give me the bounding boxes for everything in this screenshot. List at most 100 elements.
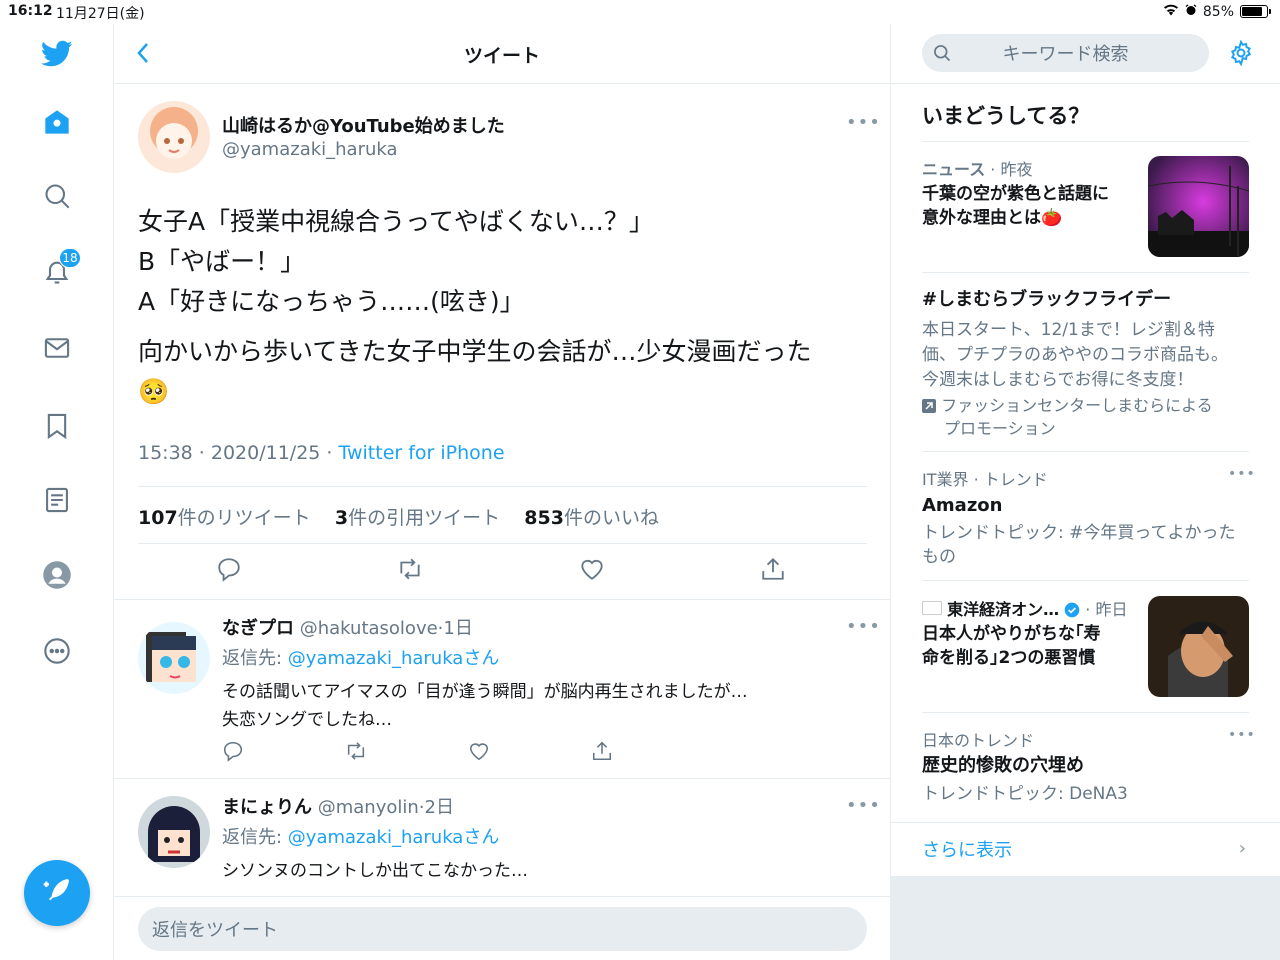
quotes-stat[interactable]: 3件の引用ツイート xyxy=(335,507,500,529)
trend-source: 東洋経済オン… xyxy=(947,600,1060,619)
trend-promoted: ファッションセンターしまむらによる プロモーション xyxy=(922,395,1213,439)
bell-icon[interactable]: 18 xyxy=(37,248,81,292)
reply-tweet[interactable]: まにょりん @manyolin·2日 ••• 返信先: @yamazaki_ha… xyxy=(114,779,890,899)
reply-text-line-2: 失恋ソングでしたね… xyxy=(222,710,392,730)
reply-to-prefix: 返信先: xyxy=(222,827,288,848)
tweet-actions xyxy=(138,556,867,596)
reply-author-handle[interactable]: @manyolin xyxy=(318,797,419,818)
verified-icon xyxy=(1064,602,1080,622)
trend-headline-line-1: 千葉の空が紫色と話題に xyxy=(922,184,1109,204)
tweet-line-1: 女子A「授業中視線合うってやばくない…？」 xyxy=(138,207,654,236)
promoted-line-2: プロモーション xyxy=(944,419,1056,438)
reply-to-handle[interactable]: @yamazaki_haruka xyxy=(288,827,464,848)
show-more-link[interactable]: さらに表示 xyxy=(922,836,1012,862)
trend-category: IT業界 · トレンド xyxy=(922,470,1048,489)
trend-category: 日本のトレンド xyxy=(922,731,1035,750)
tweet-more-icon[interactable]: ••• xyxy=(846,112,881,133)
trend-thumbnail xyxy=(1148,596,1249,697)
reply-more-icon[interactable]: ••• xyxy=(846,616,881,637)
mail-icon[interactable] xyxy=(37,328,77,368)
share-icon[interactable] xyxy=(591,740,613,766)
reply-author-name[interactable]: まにょりん xyxy=(222,797,312,818)
retweet-icon[interactable] xyxy=(344,740,368,766)
reply-input[interactable]: 返信をツイート xyxy=(138,907,867,951)
reply-author-name[interactable]: なぎプロ xyxy=(222,618,294,639)
promoted-line-1: ファッションセンターしまむらによる xyxy=(941,396,1213,415)
reply-author: なぎプロ @hakutasolove·1日 xyxy=(222,614,473,640)
divider xyxy=(922,712,1249,713)
compose-button[interactable] xyxy=(24,860,90,926)
trend-meta: 東洋経済オン… · 昨日 xyxy=(922,596,1127,622)
search-icon[interactable] xyxy=(37,176,77,216)
left-nav: 18 xyxy=(0,24,114,960)
retweets-count: 107 xyxy=(138,507,178,529)
trends-panel: いまどうしてる？ ニュース · 昨夜 千葉の空が紫色と話題に 意外な理由とは🍅 … xyxy=(891,84,1280,876)
divider xyxy=(922,272,1249,273)
trend-headline-line-2: 命を削る｣2つの悪習慣 xyxy=(922,648,1096,668)
reply-to: 返信先: @yamazaki_harukaさん xyxy=(222,644,499,670)
battery-percent: 85% xyxy=(1202,3,1234,20)
tweet-line-2: B「やばー！」 xyxy=(138,247,306,276)
reply-text: シソンヌのコントしか出てこなかった… xyxy=(222,857,528,885)
reply-icon[interactable] xyxy=(216,556,242,586)
trend-headline: Amazon xyxy=(922,495,1003,516)
status-date: 11月27日(金) xyxy=(56,6,145,22)
sidebar-top: キーワード検索 xyxy=(891,24,1280,84)
trend-more-icon[interactable]: ••• xyxy=(1228,727,1256,743)
tweet-timestamp: 15:38 · 2020/11/25 · xyxy=(138,442,339,464)
author-handle[interactable]: @yamazaki_haruka xyxy=(222,139,398,160)
reply-bar: 返信をツイート xyxy=(114,896,890,960)
bookmark-icon[interactable] xyxy=(37,406,77,446)
reply-time: 2日 xyxy=(424,797,454,818)
retweet-icon[interactable] xyxy=(396,556,424,586)
likes-stat[interactable]: 853件のいいね xyxy=(524,507,659,529)
main-column: ツイート 山崎はるか@YouTube始めました @yamazaki_haruka… xyxy=(114,24,891,960)
reply-author: まにょりん @manyolin·2日 xyxy=(222,793,454,819)
tweet-stats: 107件のリツイート 3件の引用ツイート 853件のいいね xyxy=(138,486,867,544)
trend-thumbnail xyxy=(1148,156,1249,257)
notification-badge: 18 xyxy=(59,248,81,268)
retweets-stat[interactable]: 107件のリツイート xyxy=(138,507,311,529)
reply-icon[interactable] xyxy=(222,740,244,766)
more-icon[interactable] xyxy=(37,631,77,671)
reply-to-suffix: さん xyxy=(463,648,500,669)
home-icon[interactable] xyxy=(37,102,77,142)
status-bar: 16:12 11月27日(金) 85% xyxy=(0,0,1280,24)
reply-avatar[interactable] xyxy=(138,622,210,694)
reply-text: その話聞いてアイマスの「目が逢う瞬間」が脳内再生されましたが… 失恋ソングでした… xyxy=(222,678,748,734)
trend-meta: ニュース · 昨夜 xyxy=(922,156,1032,180)
divider xyxy=(922,580,1249,581)
divider xyxy=(891,822,1280,823)
profile-icon[interactable] xyxy=(37,555,77,595)
trend-headline: 千葉の空が紫色と話題に 意外な理由とは🍅 xyxy=(922,182,1109,230)
search-input[interactable]: キーワード検索 xyxy=(922,34,1209,72)
reply-text-line-1: シソンヌのコントしか出てこなかった… xyxy=(222,861,528,881)
share-icon[interactable] xyxy=(760,556,786,586)
trend-headline: 歴史的惨敗の穴埋め xyxy=(922,755,1084,776)
main-header: ツイート xyxy=(114,24,890,84)
chevron-right-icon[interactable]: › xyxy=(1239,838,1246,859)
trend-more-icon[interactable]: ••• xyxy=(1228,466,1256,482)
like-icon[interactable] xyxy=(579,556,605,586)
compose-icon xyxy=(41,875,73,911)
trend-headline: 日本人がやりがちな｢寿 命を削る｣2つの悪習慣 xyxy=(922,622,1101,670)
list-icon[interactable] xyxy=(37,480,77,520)
reply-to-handle[interactable]: @yamazaki_haruka xyxy=(288,648,464,669)
trend-category: ニュース xyxy=(922,160,986,179)
trend-time: · 昨夜 xyxy=(990,160,1033,179)
reply-more-icon[interactable]: ••• xyxy=(846,795,881,816)
divider xyxy=(922,141,1249,142)
page-title: ツイート xyxy=(463,45,540,67)
author-avatar[interactable] xyxy=(138,101,210,173)
like-icon[interactable] xyxy=(468,740,490,766)
reply-tweet[interactable]: なぎプロ @hakutasolove·1日 ••• 返信先: @yamazaki… xyxy=(114,600,890,778)
status-right: 85% xyxy=(1163,3,1271,20)
reply-author-handle[interactable]: @hakutasolove xyxy=(300,618,438,639)
twitter-logo-icon[interactable] xyxy=(37,34,77,74)
gear-icon[interactable] xyxy=(1228,39,1254,70)
wifi-icon xyxy=(1163,3,1179,20)
reply-avatar[interactable] xyxy=(138,796,210,868)
tweet-source[interactable]: Twitter for iPhone xyxy=(339,442,505,464)
author-name[interactable]: 山崎はるか@YouTube始めました xyxy=(222,112,505,138)
retweets-label: 件のリツイート xyxy=(177,507,311,529)
